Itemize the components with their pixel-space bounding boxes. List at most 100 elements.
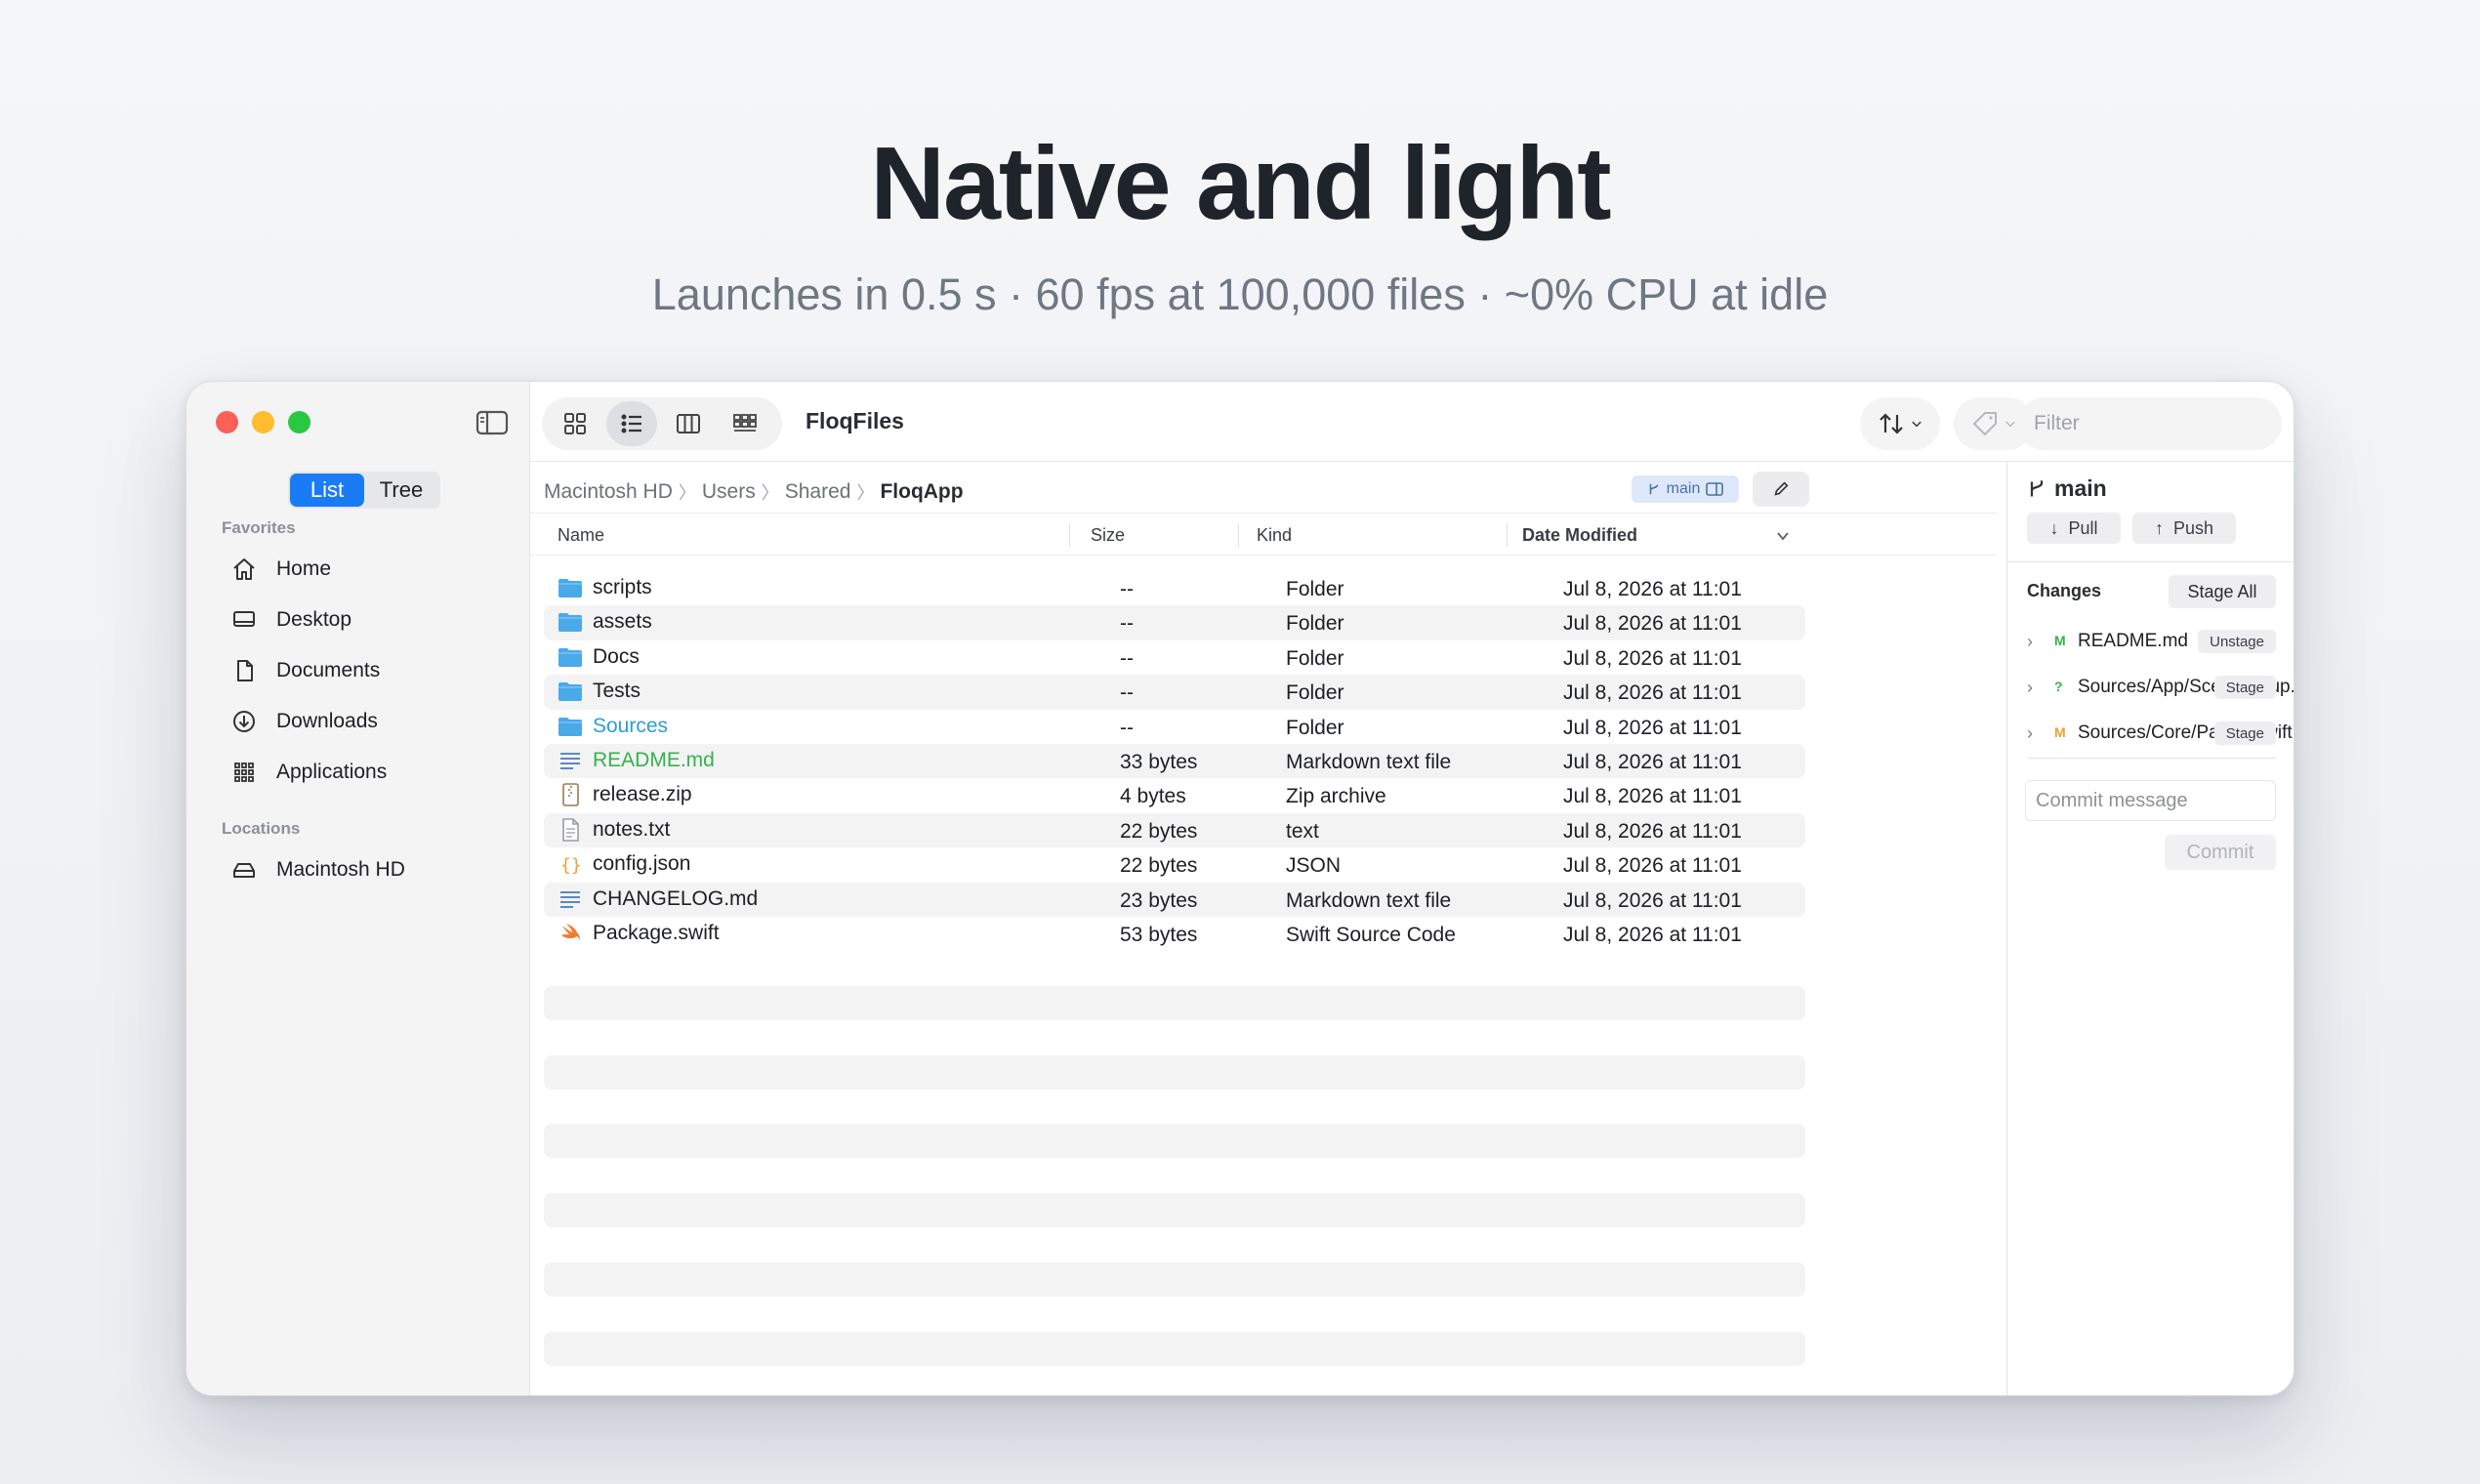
file-date: Jul 8, 2026 at 11:01 [1563, 578, 1742, 600]
list-view-button[interactable] [606, 401, 657, 446]
push-button[interactable]: ↑ Push [2132, 513, 2236, 544]
file-size: 53 bytes [1120, 923, 1198, 946]
sidebar-item-label: Macintosh HD [276, 858, 405, 881]
swift-file-icon [558, 922, 583, 945]
table-row[interactable]: release.zip 4 bytes Zip archive Jul 8, 2026… [544, 778, 1805, 812]
filter-field[interactable] [2018, 397, 2282, 450]
table-row[interactable]: assets -- Folder Jul 8, 2026 at 11:01 [544, 605, 1805, 640]
file-list: Macintosh HD 〉 Users 〉 Shared 〉 FloqApp … [530, 462, 2006, 1395]
file-date: Jul 8, 2026 at 11:01 [1563, 646, 1742, 670]
breadcrumb-item[interactable]: Users [702, 480, 756, 504]
table-row[interactable]: README.md 33 bytes Markdown text file Jul 8… [544, 743, 1805, 779]
sort-chevron-down-icon [1777, 532, 1789, 541]
sidebar-item-applications[interactable]: Applications [231, 753, 387, 792]
file-size: 23 bytes [1120, 888, 1198, 912]
minimize-window-button[interactable] [252, 411, 274, 433]
sidebar-item-macintosh-hd[interactable]: Macintosh HD [231, 850, 405, 889]
table-row[interactable]: Docs -- Folder Jul 8, 2026 at 11:01 [544, 640, 1805, 675]
file-name-cell: assets [558, 610, 652, 634]
change-action-button[interactable]: Unstage [2198, 630, 2276, 653]
sidebar-item-downloads[interactable]: Downloads [231, 702, 378, 741]
chevron-right-icon[interactable]: › [2027, 723, 2033, 744]
sidebar-item-desktop[interactable]: Desktop [231, 600, 351, 639]
icon-grid-icon [564, 413, 586, 434]
close-window-button[interactable] [216, 411, 238, 433]
column-kind-header[interactable]: Kind [1257, 525, 1292, 546]
file-name: release.zip [593, 783, 692, 806]
file-kind: Folder [1286, 612, 1344, 636]
table-row[interactable]: Sources -- Folder Jul 8, 2026 at 11:01 [544, 710, 1805, 744]
change-item[interactable]: ›?Sources/App/SceneSetup.swiftStage [2027, 668, 2294, 707]
file-name-cell: scripts [558, 576, 652, 599]
table-row[interactable]: {} config.json 22 bytes JSON Jul 8, 2026 at … [544, 847, 1805, 882]
breadcrumb-item[interactable]: Macintosh HD [544, 480, 673, 504]
table-row[interactable]: Tests -- Folder Jul 8, 2026 at 11:01 [544, 675, 1805, 710]
file-name: scripts [593, 576, 652, 598]
chevron-right-icon[interactable]: › [2027, 678, 2033, 698]
empty-row-stripe [544, 1331, 1805, 1366]
file-name-cell: Tests [558, 680, 641, 703]
drive-icon [233, 863, 255, 878]
change-item[interactable]: › M README.md Unstage [2027, 622, 2276, 661]
commit-button[interactable]: Commit [2165, 835, 2276, 870]
gallery-view-button[interactable] [720, 401, 770, 446]
markdown-file-icon [558, 887, 583, 911]
chevron-right-icon[interactable]: › [2027, 632, 2033, 652]
filter-input[interactable] [2034, 412, 2258, 435]
breadcrumb-current[interactable]: FloqApp [880, 480, 963, 504]
sidebar-item-documents[interactable]: Documents [231, 651, 380, 690]
column-divider[interactable] [1507, 523, 1508, 547]
column-date-header[interactable]: Date Modified [1522, 525, 1637, 546]
sidebar-item-home[interactable]: Home [231, 550, 331, 589]
file-size: -- [1120, 646, 1134, 670]
table-row[interactable]: notes.txt 22 bytes text Jul 8, 2026 at 11:0… [544, 812, 1805, 848]
git-panel: main ↓ Pull ↑ Push Changes Stage All › M R… [2006, 462, 2294, 1395]
file-date: Jul 8, 2026 at 11:01 [1563, 681, 1742, 705]
empty-row-stripe [544, 985, 1805, 1020]
sidebar-item-label: Downloads [276, 710, 378, 732]
apps-grid-icon [234, 763, 254, 782]
pull-button[interactable]: ↓ Pull [2027, 513, 2121, 544]
column-size-header[interactable]: Size [1091, 525, 1125, 546]
change-item[interactable]: › M Sources/Core/Parser.swift Stage [2027, 714, 2293, 753]
favorites-heading: Favorites [222, 518, 296, 537]
icon-view-button[interactable] [550, 401, 600, 446]
breadcrumb-item[interactable]: Shared [785, 480, 851, 504]
column-view-button[interactable] [663, 401, 714, 446]
list-icon [621, 414, 641, 433]
change-path: README.md [2078, 631, 2188, 651]
change-status: ? [2054, 679, 2063, 694]
stage-all-button[interactable]: Stage All [2169, 575, 2276, 608]
column-header: Name Size Kind Date Modified [530, 513, 1997, 556]
segment-tree[interactable]: Tree [364, 474, 438, 507]
breadcrumb: Macintosh HD 〉 Users 〉 Shared 〉 FloqApp [544, 479, 964, 505]
branch-chip-label: main [1666, 480, 1701, 497]
segment-list[interactable]: List [290, 474, 364, 507]
sort-button[interactable] [1860, 397, 1940, 450]
table-row[interactable]: Package.swift 53 bytes Swift Source Code Ju… [544, 917, 1805, 951]
table-row[interactable]: CHANGELOG.md 23 bytes Markdown text file Ju… [544, 882, 1805, 917]
commit-message-input[interactable] [2036, 789, 2265, 812]
file-name: CHANGELOG.md [593, 886, 759, 910]
table-row[interactable]: scripts -- Folder Jul 8, 2026 at 11:01 [544, 571, 1805, 605]
change-action-button[interactable]: Stage [2213, 676, 2276, 699]
git-branch-name: main [2054, 475, 2107, 501]
change-action-button[interactable]: Stage [2213, 721, 2276, 745]
empty-row-stripe [544, 1262, 1805, 1297]
file-kind: Folder [1286, 646, 1344, 670]
sidebar-item-label: Home [276, 557, 332, 580]
column-divider[interactable] [1069, 523, 1070, 547]
sidebar-item-label: Documents [276, 659, 381, 681]
column-divider[interactable] [1238, 523, 1239, 547]
edit-path-button[interactable] [1753, 472, 1809, 507]
branch-chip[interactable]: main [1632, 475, 1739, 503]
column-name-header[interactable]: Name [558, 525, 604, 546]
file-kind: Folder [1286, 716, 1344, 739]
file-kind: JSON [1286, 854, 1342, 878]
json-file-icon: {} [558, 852, 583, 876]
commit-message-field[interactable] [2025, 780, 2276, 821]
file-kind: Markdown text file [1286, 888, 1452, 912]
app-window: List Tree Favorites Home Desktop Documen… [186, 381, 2294, 1396]
sidebar-toggle-icon[interactable] [475, 409, 509, 436]
zoom-window-button[interactable] [288, 411, 310, 433]
